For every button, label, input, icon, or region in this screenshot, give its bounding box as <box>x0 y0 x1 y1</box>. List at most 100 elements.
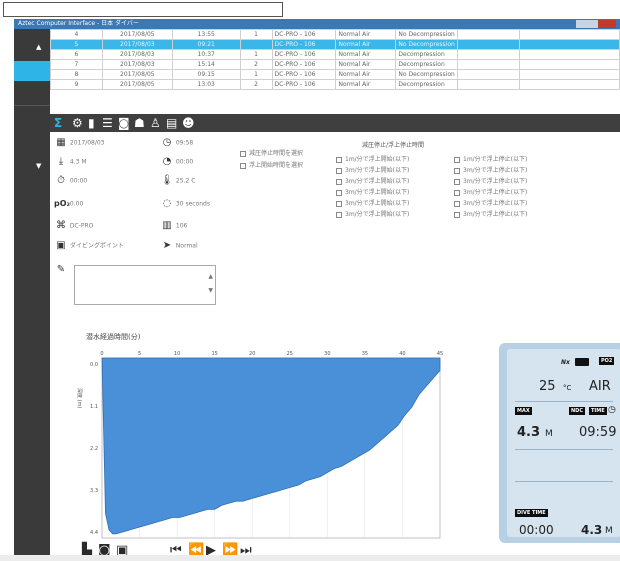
checkbox[interactable] <box>454 189 460 196</box>
checkbox[interactable] <box>454 156 460 163</box>
table-cell-num: 1 <box>239 29 273 40</box>
option-label: 1m/分で浮上停止(以下) <box>463 156 528 163</box>
barcode-icon: ▥ <box>162 220 172 231</box>
sigma-icon[interactable]: Σ <box>54 115 62 131</box>
gauge-icon[interactable]: ⚙ <box>72 115 83 131</box>
checkbox[interactable] <box>454 167 460 174</box>
table-row[interactable]: 8 2017/08/05 09:15 1 DC-PRO - 106 Normal Air N… <box>50 69 620 80</box>
option-label: 3m/分で浮上停止(以下) <box>463 167 528 174</box>
option-label: 3m/分で浮上開始(以下) <box>345 189 410 196</box>
dive-computer-display: Nx PO2 25 °C AIR MAX NDC TIME ◷ 4.3 M 09… <box>507 349 620 537</box>
dive-info-panel: ▦ 2017/08/03 ⤓ 4.3 M ⏱ 00:00 pO₂ 0.00 ⌘ … <box>50 132 620 317</box>
option-left-1[interactable]: 減圧停止時間を選択 <box>240 148 303 160</box>
po2-icon: pO₂ <box>54 199 71 208</box>
x-tick-label: 0 <box>100 351 103 357</box>
table-cell-time: 13:03 <box>171 79 241 90</box>
window-title: Aztec Computer Interface - 日本 ダイバー <box>18 20 139 27</box>
table-row[interactable]: 4 2017/08/05 13:55 1 DC-PRO - 106 Normal Air N… <box>50 29 620 40</box>
maxdepth-row: ⤓ 4.3 M <box>54 156 87 168</box>
checkbox[interactable] <box>454 178 460 185</box>
option-checkbox[interactable]: 3m/分で浮上開始(以下) <box>336 209 409 221</box>
dive-log-table: 4 2017/08/05 13:55 1 DC-PRO - 106 Normal Air N… <box>50 29 620 90</box>
checkbox[interactable] <box>336 189 342 196</box>
notes-textarea[interactable]: ▲ ▼ <box>74 265 216 305</box>
table-cell-empty <box>457 29 521 40</box>
table-cell-date: 2017/08/05 <box>101 69 173 80</box>
table-row[interactable]: 7 2017/08/03 15:14 2 DC-PRO - 106 Normal Air D… <box>50 59 620 70</box>
serial-row: ▥ 106 <box>160 220 187 232</box>
x-tick-label: 40 <box>399 351 405 357</box>
nav-item-active[interactable] <box>14 61 50 81</box>
x-tick-label: 45 <box>437 351 443 357</box>
y-tick-label: 2.2 <box>90 446 98 452</box>
app-window: Aztec Computer Interface - 日本 ダイバー ▲ ▼ 4… <box>14 19 620 561</box>
checkbox[interactable] <box>336 167 342 174</box>
divider <box>515 481 613 482</box>
list-icon[interactable]: ☰ <box>102 115 113 131</box>
location: ダイビングポイント <box>69 242 124 250</box>
checkbox[interactable] <box>336 200 342 207</box>
table-row[interactable]: 6 2017/08/03 10:37 1 DC-PRO - 106 Normal Air D… <box>50 49 620 60</box>
collapse-up-icon[interactable]: ▲ <box>36 43 41 51</box>
depth-down-icon: ⤓ <box>58 156 64 167</box>
group-icon[interactable]: ☻ <box>182 115 195 131</box>
divider <box>515 401 613 402</box>
table-cell-idx: 4 <box>50 29 103 40</box>
notes-row: ✎ <box>54 264 68 276</box>
book-icon[interactable]: ▤ <box>166 115 177 131</box>
divider <box>515 449 613 450</box>
table-row[interactable]: 5 2017/08/03 09:21 DC-PRO - 106 Normal Air No… <box>50 39 620 50</box>
checkbox[interactable] <box>454 211 460 218</box>
table-cell-num: 1 <box>239 69 273 80</box>
clock-icon: ◷ <box>162 137 172 148</box>
tank-icon[interactable]: ▮ <box>88 115 95 131</box>
expand-down-icon[interactable]: ▼ <box>36 162 41 170</box>
timer-icon: ◔ <box>162 156 172 167</box>
y-axis-label: 深度 (m) <box>76 388 83 408</box>
option-left-2[interactable]: 浮上開始時間を選択 <box>240 160 303 172</box>
dive-time-label: DIVE TIME <box>515 509 548 517</box>
table-cell-empty <box>457 49 521 60</box>
notes-scrollbar[interactable]: ▲ ▼ <box>208 270 213 298</box>
table-cell-empty <box>457 79 521 90</box>
x-tick-label: 20 <box>249 351 255 357</box>
table-cell-deco: No Decompression <box>395 39 459 50</box>
table-cell-empty <box>519 59 620 70</box>
table-cell-empty <box>519 79 620 90</box>
dive-profile-chart[interactable]: 0 5 10 15 20 25 30 35 40 45 0.0 1.1 2.2 3.3 4.4 深度 (m) <box>66 342 446 542</box>
po2-row: pO₂ 0.00 <box>54 198 83 210</box>
checkbox[interactable] <box>454 200 460 207</box>
table-cell-empty <box>457 69 521 80</box>
table-cell-num <box>239 39 273 50</box>
compass-icon[interactable]: ♙ <box>150 115 161 131</box>
battery-icon <box>575 358 589 366</box>
table-cell-num: 2 <box>239 79 273 90</box>
checkbox[interactable] <box>336 211 342 218</box>
table-cell-empty <box>519 29 620 40</box>
table-cell-model: DC-PRO - 106 <box>271 49 337 60</box>
table-row[interactable]: 9 2017/08/05 13:03 2 DC-PRO - 106 Normal Air D… <box>50 79 620 90</box>
camera-icon[interactable]: ◙ <box>118 115 130 131</box>
checkbox[interactable] <box>336 156 342 163</box>
option-label: 3m/分で浮上停止(以下) <box>463 211 528 218</box>
buddy-icon[interactable]: ☗ <box>134 115 145 131</box>
table-cell-empty <box>519 49 620 60</box>
table-cell-time: 13:55 <box>171 29 241 40</box>
table-cell-empty <box>519 39 620 50</box>
time-label: TIME <box>589 407 607 415</box>
computer-model: DC-PRO <box>69 222 94 230</box>
table-cell-gas: Normal Air <box>335 59 397 70</box>
table-cell-date: 2017/08/03 <box>101 49 173 60</box>
stopwatch-icon: ⏱ <box>57 175 65 186</box>
mode-label: Nx <box>561 359 570 366</box>
window-controls[interactable] <box>576 20 616 28</box>
max-depth: 4.3 M <box>69 158 87 166</box>
fish-icon: ➤ <box>162 240 172 251</box>
table-cell-time: 10:37 <box>171 49 241 60</box>
option-checkbox[interactable]: 3m/分で浮上停止(以下) <box>454 209 527 221</box>
y-tick-label: 1.1 <box>90 404 98 410</box>
close-button[interactable] <box>598 20 616 28</box>
table-cell-time: 09:15 <box>171 69 241 80</box>
checkbox[interactable] <box>336 178 342 185</box>
time-row: ◷ 09:58 <box>160 137 194 149</box>
